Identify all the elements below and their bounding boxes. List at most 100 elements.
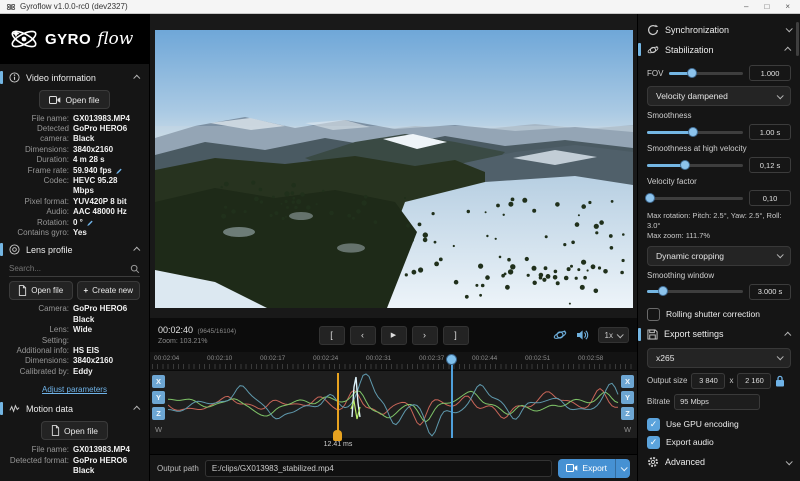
lens-open-file-button[interactable]: Open file: [9, 281, 73, 300]
high-velocity-slider[interactable]: [647, 164, 743, 167]
fov-label: FOV: [647, 69, 663, 78]
playback-speed-selector[interactable]: 1x: [598, 327, 629, 343]
field-row: Calibrated by:Eddy: [9, 367, 140, 377]
field-row: Detected format:GoPro HERO6 Black: [9, 456, 140, 477]
high-velocity-value[interactable]: 0,12 s: [749, 157, 791, 173]
output-width-input[interactable]: 3 840: [691, 373, 725, 389]
axis-toggles-right: X Y Z W: [621, 375, 634, 439]
section-export-settings[interactable]: Export settings: [647, 326, 791, 343]
maximize-button[interactable]: □: [764, 1, 769, 13]
marker-row: [150, 438, 637, 452]
edit-pencil-icon[interactable]: [115, 167, 123, 175]
axis-w-toggle[interactable]: W: [621, 423, 634, 436]
frame-counter: (9645/16104): [198, 328, 237, 335]
export-camera-icon: [566, 463, 578, 473]
adjust-parameters-link[interactable]: Adjust parameters: [42, 385, 107, 394]
axis-y-toggle[interactable]: Y: [152, 391, 165, 404]
smoothing-method-dropdown[interactable]: Velocity dampened: [647, 86, 791, 106]
export-audio-label: Export audio: [666, 437, 714, 447]
field-row: Camera:GoPro HERO6 Black: [9, 304, 140, 325]
stabilization-preview-toggle-icon[interactable]: [553, 328, 567, 342]
field-row: Audio:AAC 48000 Hz: [9, 207, 140, 217]
section-synchronization[interactable]: Synchronization: [647, 21, 791, 38]
title-bar: Gyroflow v1.0.0-rc0 (dev2327) – □ ×: [0, 0, 800, 14]
chevron-up-icon: [784, 47, 791, 54]
rolling-shutter-checkbox[interactable]: [647, 308, 660, 321]
close-button[interactable]: ×: [785, 1, 790, 13]
plus-icon: +: [83, 286, 88, 295]
lens-search: [9, 261, 140, 277]
playhead-handle[interactable]: [446, 354, 457, 365]
export-options-dropdown[interactable]: [615, 459, 630, 478]
lens-search-input[interactable]: [9, 264, 130, 273]
smoothing-window-slider[interactable]: [647, 290, 743, 293]
gyro-waveform: [168, 371, 620, 439]
chevron-up-icon: [133, 247, 140, 254]
previous-frame-button[interactable]: ‹: [350, 326, 376, 345]
export-button[interactable]: Export: [558, 459, 630, 478]
field-row: Frame rate:59.940 fps: [9, 166, 140, 176]
field-row: Codec:HEVC 95.28 Mbps: [9, 176, 140, 197]
axis-w-toggle[interactable]: W: [152, 423, 165, 436]
output-height-input[interactable]: 2 160: [737, 373, 771, 389]
section-lens-profile[interactable]: Lens profile: [9, 241, 140, 258]
tick-label: 00:02:58: [578, 355, 603, 362]
bitrate-input[interactable]: 95 Mbps: [674, 394, 760, 410]
play-button[interactable]: ▶: [381, 326, 407, 345]
export-audio-checkbox[interactable]: ✓: [647, 436, 660, 449]
right-sidebar: Synchronization Stabilization FOV 1.000 …: [637, 14, 800, 481]
tick-label: 00:02:17: [260, 355, 285, 362]
timeline-ruler[interactable]: 00:02:04 00:02:10 00:02:17 00:02:24 00:0…: [150, 352, 637, 370]
axis-z-toggle[interactable]: Z: [621, 407, 634, 420]
size-separator: x: [729, 376, 733, 385]
sync-offset-marker-handle[interactable]: [333, 430, 342, 441]
chevron-down-icon: [620, 464, 627, 471]
file-icon: [18, 285, 27, 296]
trim-start-button[interactable]: [: [319, 326, 345, 345]
next-frame-button[interactable]: ›: [412, 326, 438, 345]
smoothness-slider[interactable]: [647, 131, 743, 134]
info-icon: [9, 72, 20, 83]
smoothing-window-label: Smoothing window: [647, 271, 791, 280]
tick-label: 00:02:51: [525, 355, 550, 362]
scrollbar-thumb[interactable]: [796, 22, 799, 56]
gyroflow-logo: GYRO flow: [0, 14, 149, 64]
zoom-level: Zoom: 103.21%: [158, 337, 278, 347]
axis-y-toggle[interactable]: Y: [621, 391, 634, 404]
gpu-encoding-label: Use GPU encoding: [666, 419, 739, 429]
motion-open-file-button[interactable]: Open file: [41, 421, 108, 440]
smoothing-window-value[interactable]: 3.000 s: [749, 284, 791, 300]
volume-icon[interactable]: [576, 329, 589, 341]
axis-x-toggle[interactable]: X: [152, 375, 165, 388]
minimize-button[interactable]: –: [744, 1, 748, 13]
high-velocity-label: Smoothness at high velocity: [647, 144, 791, 153]
velocity-factor-value[interactable]: 0,10: [749, 190, 791, 206]
playback-controls: [ ‹ ▶ › ]: [319, 326, 469, 345]
cropping-mode-dropdown[interactable]: Dynamic cropping: [647, 246, 791, 266]
save-icon: [647, 329, 658, 340]
chevron-down-icon: [777, 353, 784, 360]
fov-slider[interactable]: [669, 72, 743, 75]
axis-x-toggle[interactable]: X: [621, 375, 634, 388]
velocity-factor-slider[interactable]: [647, 197, 743, 200]
section-advanced[interactable]: Advanced: [647, 454, 791, 471]
smoothness-value[interactable]: 1.00 s: [749, 124, 791, 140]
edit-pencil-icon[interactable]: [86, 219, 94, 227]
video-open-file-button[interactable]: Open file: [39, 90, 109, 109]
codec-dropdown[interactable]: x265: [647, 348, 791, 368]
axis-z-toggle[interactable]: Z: [152, 407, 165, 420]
timeline: 00:02:04 00:02:10 00:02:17 00:02:24 00:0…: [150, 352, 637, 452]
main-area: 00:02:40 (9645/16104) Zoom: 103.21% [ ‹ …: [150, 14, 637, 481]
field-row: Duration:4 m 28 s: [9, 155, 140, 165]
section-motion-data[interactable]: Motion data: [9, 400, 140, 417]
gpu-encoding-checkbox[interactable]: ✓: [647, 418, 660, 431]
section-video-information[interactable]: Video information: [9, 69, 140, 86]
field-row: File name:GX013983.MP4: [9, 445, 140, 455]
lens-create-new-button[interactable]: + Create new: [77, 281, 141, 300]
fov-value[interactable]: 1.000: [749, 65, 791, 81]
trim-end-button[interactable]: ]: [443, 326, 469, 345]
output-path-input[interactable]: [205, 460, 553, 477]
section-stabilization[interactable]: Stabilization: [647, 41, 791, 58]
gyro-graph[interactable]: X Y Z W X Y Z W: [150, 370, 637, 438]
aspect-lock-icon[interactable]: [775, 375, 785, 387]
